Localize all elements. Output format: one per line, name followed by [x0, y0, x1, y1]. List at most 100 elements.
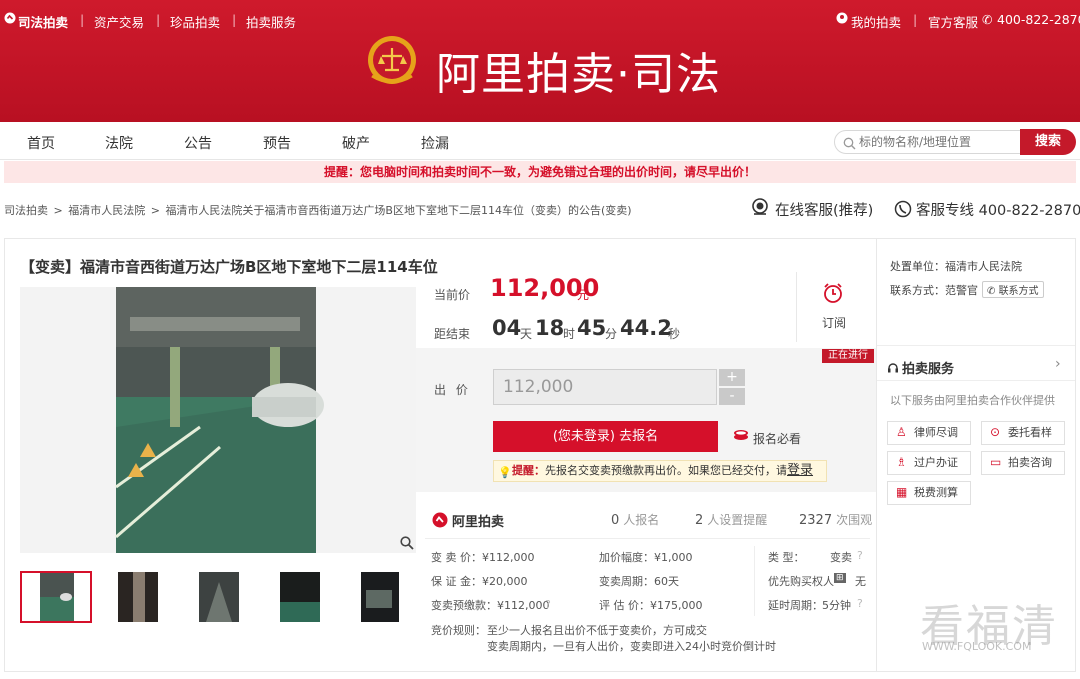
divider — [754, 546, 755, 616]
detail-type-value: 变卖 — [830, 551, 852, 564]
help-icon[interactable]: ? — [857, 549, 863, 562]
detail-priority-value: 无 — [855, 575, 866, 588]
brand-link[interactable]: 司法拍卖 — [18, 12, 68, 31]
my-auction-link[interactable]: 我的拍卖 — [851, 12, 901, 31]
view-count: 2327 次围观 — [799, 513, 873, 528]
nav-notice[interactable]: 公告 — [184, 133, 212, 153]
thumbnail[interactable] — [103, 572, 173, 622]
detail-increment: 加价幅度：¥1,000 — [599, 551, 693, 564]
nav-bargain[interactable]: 捡漏 — [421, 133, 449, 153]
coins-icon — [733, 428, 749, 447]
signup-button[interactable]: (您未登录) 去报名 — [493, 421, 718, 452]
detail-prepayment: 变卖预缴款：¥112,000 — [431, 599, 550, 612]
countdown-hours: 18 — [535, 316, 565, 340]
divider — [877, 345, 1075, 346]
divider: | — [232, 12, 237, 27]
breadcrumb-item[interactable]: 福清市人民法院 — [68, 204, 145, 217]
detail-extend-value: 5分钟 — [822, 599, 851, 612]
service-desc: 以下服务由阿里拍卖合作伙伴提供 — [890, 394, 1055, 407]
countdown-unit: 天 — [520, 327, 533, 341]
item-title: 【变卖】福清市音西街道万达广场B区地下室地下二层114车位 — [20, 258, 438, 276]
contact-button[interactable]: ✆ 联系方式 — [982, 281, 1044, 298]
bid-amount-input[interactable]: 112,000 — [493, 369, 717, 405]
search-box — [834, 130, 1022, 154]
service-consult[interactable]: ▭ 拍卖咨询 — [981, 451, 1065, 475]
priority-badge: ⊞ — [834, 573, 846, 583]
help-icon[interactable]: ? — [857, 597, 863, 610]
detail-extend-label: 延时周期： — [768, 599, 823, 612]
breadcrumb-sep: > — [53, 204, 63, 217]
official-service-link[interactable]: 官方客服 — [928, 12, 978, 31]
search-button[interactable]: 搜索 — [1020, 129, 1076, 155]
thumbnail[interactable] — [265, 572, 335, 622]
service-viewing[interactable]: ⊙ 委托看样 — [981, 421, 1065, 445]
thumbnail[interactable] — [184, 572, 254, 622]
nav-court[interactable]: 法院 — [105, 133, 133, 153]
chevron-right-icon[interactable]: › — [1055, 356, 1061, 372]
search-input[interactable] — [859, 134, 1017, 150]
ali-auction-brand: 阿里拍卖 — [452, 515, 505, 530]
login-link[interactable]: 登录 — [787, 463, 813, 478]
countdown-unit: 时 — [563, 327, 576, 341]
countdown-label: 距结束 — [434, 327, 471, 341]
divider: | — [80, 12, 85, 27]
subscribe-label: 订阅 — [822, 316, 847, 330]
headset-icon — [887, 359, 899, 378]
location-icon: ⊙ — [990, 425, 1001, 439]
contact-info: 联系方式：范警官 ✆ 联系方式 — [890, 281, 1044, 298]
watermark-url: WWW.FQLOOK.COM — [922, 640, 1032, 653]
bid-label: 出 价 — [434, 383, 471, 397]
phone-icon: ✆ — [982, 12, 993, 27]
link-asset-trade[interactable]: 资产交易 — [94, 12, 144, 31]
brand-dot-icon — [4, 12, 16, 27]
countdown-unit: 秒 — [668, 327, 681, 341]
service-tax[interactable]: ▦ 税费测算 — [887, 481, 971, 505]
service-phone: 400-822-2870 — [997, 12, 1080, 27]
rule-label: 竞价规则： — [431, 624, 486, 637]
bid-decrease-button[interactable]: - — [719, 388, 745, 405]
help-icon[interactable]: ? — [545, 598, 551, 611]
login-tip: 💡 提醒：先报名交变卖预缴款再出价。如果您已经交付，请登录 — [493, 460, 827, 482]
countdown-days: 04 — [492, 316, 522, 340]
nav-home[interactable]: 首页 — [27, 133, 55, 153]
court-unit: 处置单位：福清市人民法院 — [890, 260, 1022, 273]
must-read-link[interactable]: 报名必看 — [753, 430, 801, 447]
tip-prefix: 提醒： — [512, 464, 545, 477]
chat-icon: ▭ — [990, 455, 1002, 469]
main-photo[interactable] — [20, 287, 416, 553]
status-badge: 正在进行 — [822, 349, 874, 363]
service-transfer[interactable]: ♗ 过户办证 — [887, 451, 971, 475]
alarm-clock-icon — [822, 282, 844, 308]
detail-deposit: 保 证 金：¥20,000 — [431, 575, 528, 588]
user-icon — [836, 12, 848, 27]
detail-sale-price: 变 卖 价：¥112,000 — [431, 551, 535, 564]
divider — [425, 538, 870, 539]
nav-preview[interactable]: 预告 — [263, 133, 291, 153]
countdown-unit: 分 — [605, 327, 618, 341]
link-auction-service[interactable]: 拍卖服务 — [246, 12, 296, 31]
service-title: 拍卖服务 — [902, 362, 955, 377]
ali-auction-logo-icon — [432, 512, 448, 532]
rule-line-2: 变卖周期内，一旦有人出价，变卖即进入24小时竞价倒计时 — [487, 640, 776, 653]
zoom-icon[interactable] — [400, 535, 414, 554]
breadcrumb-sep: > — [150, 204, 160, 217]
bid-increase-button[interactable]: + — [719, 369, 745, 386]
link-treasure-auction[interactable]: 珍品拍卖 — [170, 12, 220, 31]
online-service-link[interactable]: 在线客服(推荐) — [775, 199, 873, 220]
detail-period: 变卖周期：60天 — [599, 575, 679, 588]
divider — [877, 380, 1075, 381]
nav-bankruptcy[interactable]: 破产 — [342, 133, 370, 153]
subscribe-button[interactable]: 订阅 — [796, 272, 866, 342]
site-logo-text: 阿里拍卖·司法 — [436, 49, 721, 100]
phone-circle-icon — [894, 200, 912, 222]
thumbnail[interactable] — [20, 571, 92, 623]
top-bar: 司法拍卖 | 资产交易 | 珍品拍卖 | 拍卖服务 我的拍卖 | 官方客服 ✆ … — [0, 0, 1080, 38]
breadcrumb-item[interactable]: 司法拍卖 — [4, 204, 48, 217]
service-lawyer[interactable]: ♙ 律师尽调 — [887, 421, 971, 445]
online-service-icon — [750, 197, 770, 221]
breadcrumb: 司法拍卖 > 福清市人民法院 > 福清市人民法院关于福清市音西街道万达广场B区地… — [4, 202, 634, 218]
signup-count: 0 人报名 — [611, 513, 660, 528]
thumbnail[interactable] — [346, 572, 412, 622]
rule-line-1: 至少一人报名且出价不低于变卖价，方可成交 — [487, 624, 707, 637]
detail-appraisal: 评 估 价：¥175,000 — [599, 599, 703, 612]
